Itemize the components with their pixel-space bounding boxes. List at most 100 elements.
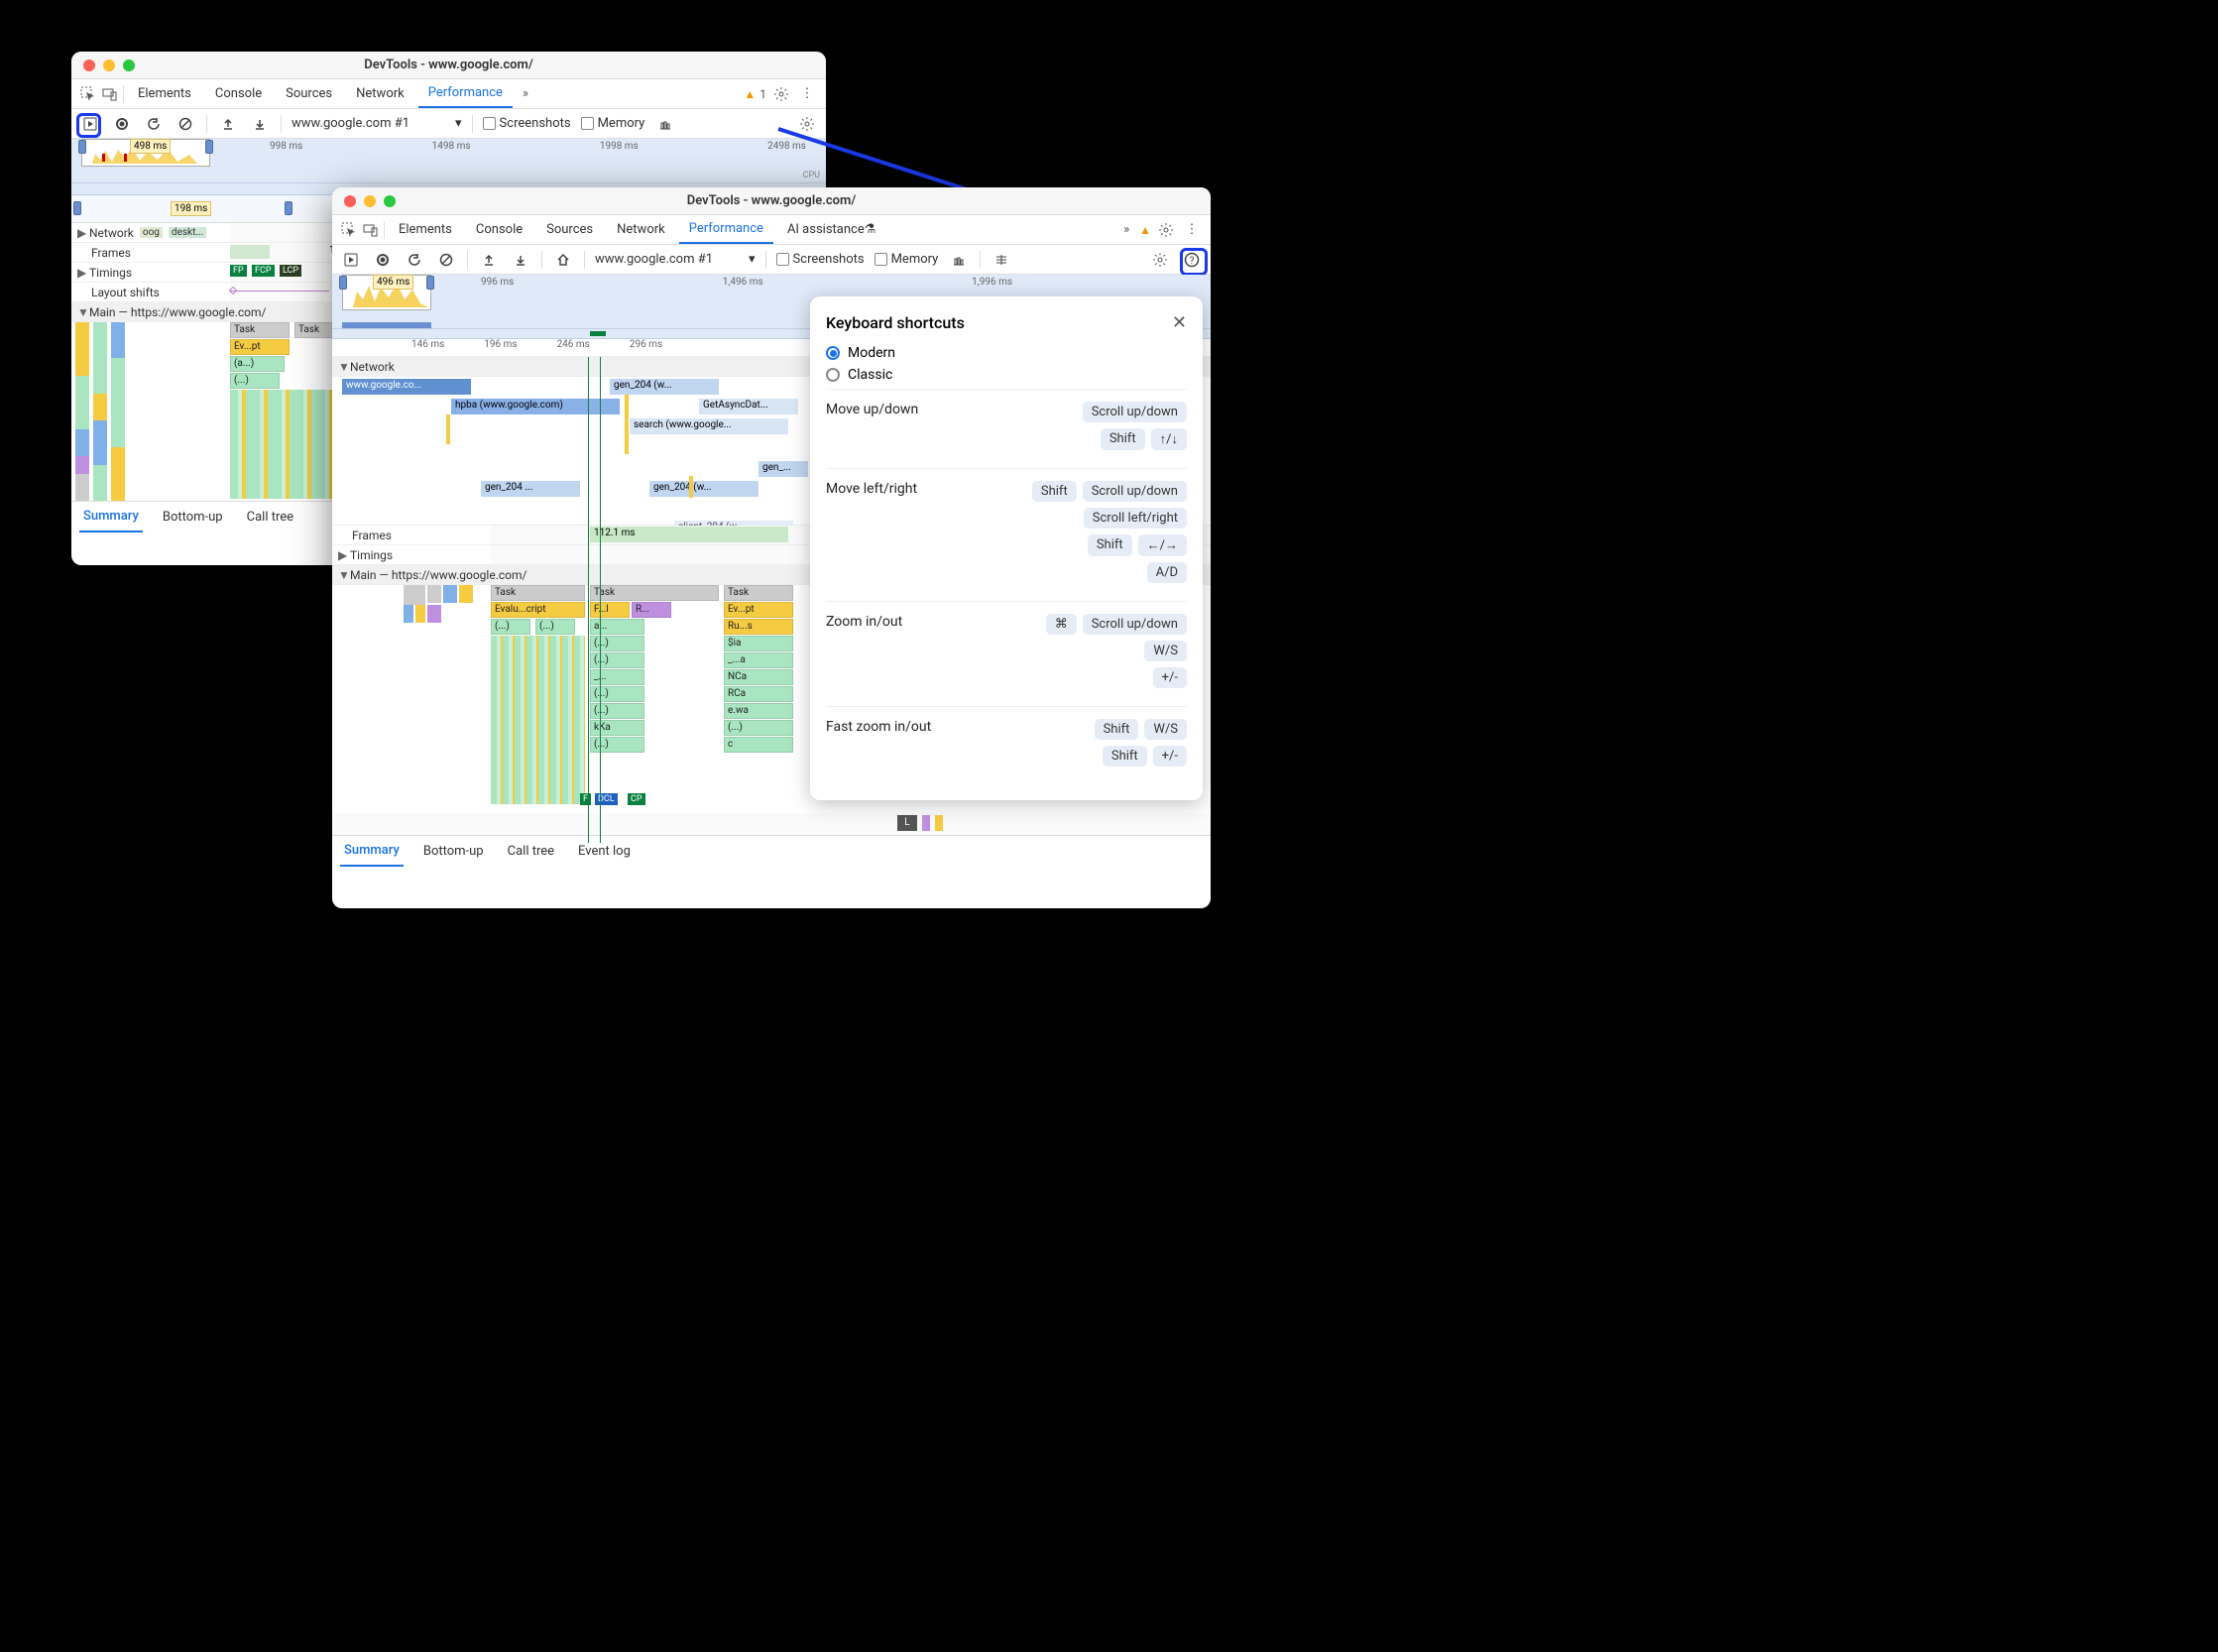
memory-checkbox[interactable]: Memory (581, 116, 645, 131)
record-button[interactable] (111, 113, 133, 135)
tab-network[interactable]: Network (607, 215, 675, 244)
minimap[interactable]: 498 ms (81, 139, 210, 167)
capture-settings-icon[interactable] (796, 113, 818, 135)
tab-performance[interactable]: Performance (679, 215, 773, 244)
help-icon[interactable]: ? (1181, 249, 1203, 271)
key-badge: Scroll up/down (1083, 481, 1187, 502)
tab-console[interactable]: Console (205, 79, 272, 108)
record-button[interactable] (372, 249, 394, 271)
download-icon[interactable] (510, 249, 531, 271)
titlebar[interactable]: DevTools - www.google.com/ (71, 52, 826, 79)
tab-summary[interactable]: Summary (340, 836, 404, 867)
network-track[interactable]: ▶Networkoogdeskt... (71, 223, 230, 242)
close-window-button[interactable] (344, 195, 356, 207)
clear-button[interactable] (435, 249, 457, 271)
tab-console[interactable]: Console (466, 215, 532, 244)
layout-shifts-track[interactable]: Layout shifts (71, 283, 230, 301)
minimize-window-button[interactable] (364, 195, 376, 207)
zoom-handle-right[interactable] (285, 201, 292, 215)
zoom-handle-left[interactable] (73, 201, 81, 215)
close-icon[interactable]: ✕ (1172, 312, 1187, 333)
tab-ai-assistance[interactable]: AI assistance ⚗ (777, 215, 885, 244)
minimap[interactable]: 496 ms (342, 275, 431, 310)
upload-icon[interactable] (217, 113, 239, 135)
toggle-record-button[interactable] (79, 113, 101, 135)
key-badge: ←/→ (1138, 534, 1187, 556)
toggle-record-button[interactable] (340, 249, 362, 271)
clear-button[interactable] (175, 113, 196, 135)
timings-track[interactable]: ▶Timings (71, 263, 230, 282)
inspect-icon[interactable] (340, 221, 358, 239)
devtools-window-front: DevTools - www.google.com/ Elements Cons… (332, 187, 1211, 908)
range-handle-right[interactable] (205, 140, 213, 154)
tab-bottom-up[interactable]: Bottom-up (419, 836, 488, 867)
sidebar-toggle-icon[interactable] (991, 249, 1012, 271)
mode-modern[interactable]: Modern (826, 345, 1187, 361)
issues-badge[interactable]: ▲ (1139, 223, 1151, 237)
mode-classic[interactable]: Classic (826, 367, 1187, 383)
tab-elements[interactable]: Elements (128, 79, 201, 108)
collect-garbage-icon[interactable] (654, 113, 676, 135)
key-badge: Shift (1088, 534, 1132, 556)
maximize-window-button[interactable] (123, 59, 135, 71)
upload-icon[interactable] (478, 249, 500, 271)
tab-sources[interactable]: Sources (276, 79, 342, 108)
recording-dropdown[interactable]: www.google.com #1▾ (595, 252, 756, 267)
overview-ruler[interactable]: 998 ms 1498 ms 1998 ms 2498 ms 498 ms CP… (71, 139, 826, 183)
collect-garbage-icon[interactable] (948, 249, 970, 271)
device-icon[interactable] (101, 85, 119, 103)
key-badge: Shift (1101, 428, 1145, 450)
window-title: DevTools - www.google.com/ (364, 58, 533, 72)
key-badge: ⌘ (1046, 614, 1077, 635)
frames-track[interactable]: Frames (71, 243, 230, 262)
frames-track[interactable]: Frames (332, 526, 491, 544)
tab-bottom-up[interactable]: Bottom-up (159, 502, 227, 532)
recording-dropdown[interactable]: www.google.com #1▾ (292, 116, 462, 131)
range-handle-left[interactable] (78, 140, 86, 154)
settings-icon[interactable] (770, 83, 792, 105)
tab-summary[interactable]: Summary (79, 502, 143, 532)
key-badge: W/S (1144, 719, 1187, 740)
more-tabs-icon[interactable]: » (517, 85, 534, 103)
shortcut-label: Fast zoom in/out (826, 719, 931, 735)
inspect-icon[interactable] (79, 85, 97, 103)
panel-tabs: Elements Console Sources Network Perform… (71, 79, 826, 109)
key-badge: +/- (1153, 667, 1187, 688)
issues-badge[interactable]: ▲1 (744, 87, 766, 101)
kebab-icon[interactable]: ⋮ (796, 83, 818, 105)
radio-checked-icon (826, 346, 840, 360)
tab-performance[interactable]: Performance (418, 79, 513, 108)
timings-track[interactable]: ▶Timings (332, 545, 491, 564)
screenshots-checkbox[interactable]: Screenshots (776, 252, 865, 267)
settings-icon[interactable] (1155, 219, 1177, 241)
download-icon[interactable] (249, 113, 271, 135)
close-window-button[interactable] (83, 59, 95, 71)
more-tabs-icon[interactable]: » (1117, 221, 1135, 239)
tab-elements[interactable]: Elements (389, 215, 462, 244)
key-badge: Scroll up/down (1083, 402, 1187, 422)
tab-event-log[interactable]: Event log (574, 836, 635, 867)
perf-toolbar: www.google.com #1▾ Screenshots Memory ? (332, 245, 1211, 275)
reload-button[interactable] (143, 113, 165, 135)
warning-icon: ▲ (1139, 223, 1151, 237)
key-badge: Shift (1095, 719, 1139, 740)
kebab-icon[interactable]: ⋮ (1181, 219, 1203, 241)
device-icon[interactable] (362, 221, 380, 239)
reload-button[interactable] (404, 249, 425, 271)
minimize-window-button[interactable] (103, 59, 115, 71)
tab-call-tree[interactable]: Call tree (243, 502, 297, 532)
titlebar[interactable]: DevTools - www.google.com/ (332, 187, 1211, 215)
tab-call-tree[interactable]: Call tree (504, 836, 558, 867)
chevron-down-icon: ▾ (749, 252, 756, 267)
key-badge: ↑/↓ (1151, 428, 1187, 450)
maximize-window-button[interactable] (384, 195, 396, 207)
capture-settings-icon[interactable] (1149, 249, 1171, 271)
screenshots-checkbox[interactable]: Screenshots (483, 116, 571, 131)
tab-sources[interactable]: Sources (536, 215, 603, 244)
range-handle-right[interactable] (426, 276, 434, 290)
key-badge: Scroll left/right (1084, 508, 1187, 529)
memory-checkbox[interactable]: Memory (875, 252, 939, 267)
home-icon[interactable] (552, 249, 574, 271)
tab-network[interactable]: Network (346, 79, 414, 108)
range-handle-left[interactable] (339, 276, 347, 290)
